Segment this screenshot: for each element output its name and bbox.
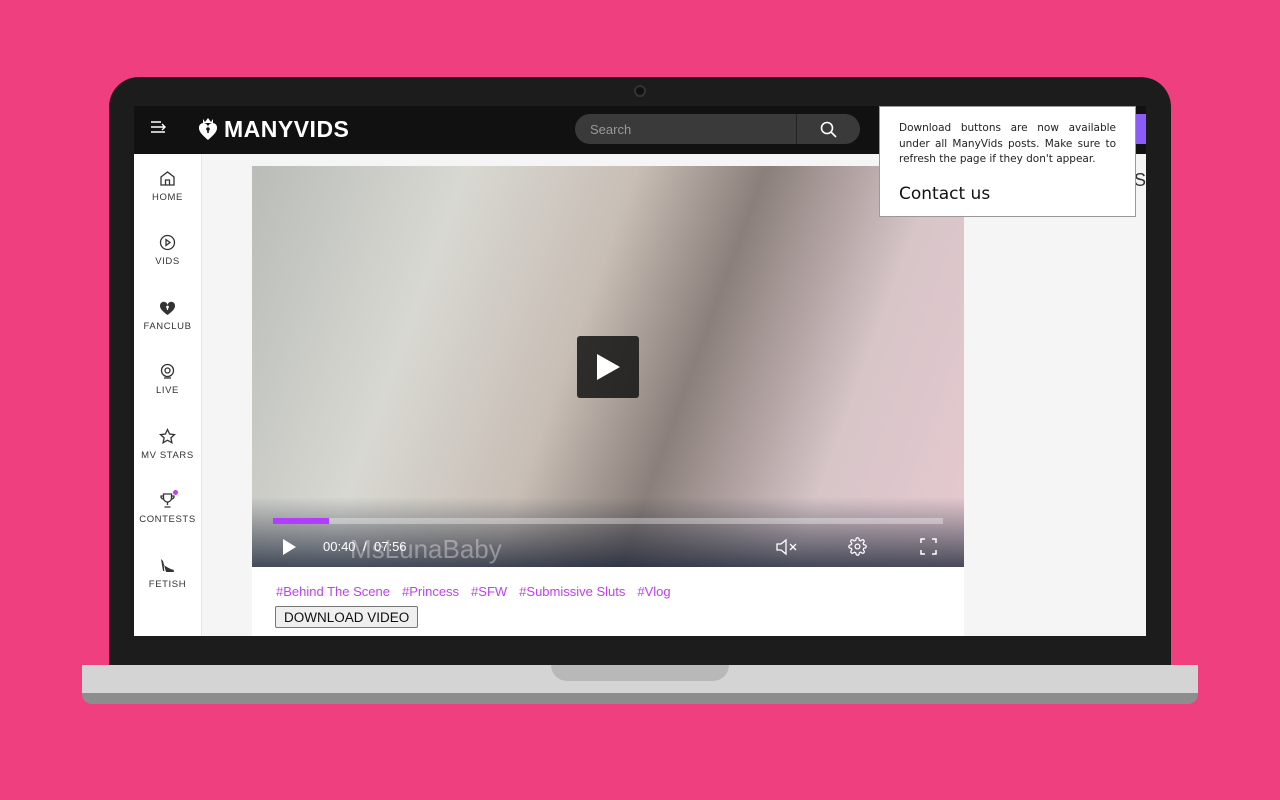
video-card: MsLunaBaby 00:40 / 07:56 #Behind The Sce…: [252, 166, 964, 636]
sidebar-item-mv-stars[interactable]: MV STARS: [134, 412, 201, 477]
progress-bar[interactable]: [273, 518, 943, 524]
player-controls: 00:40 / 07:56: [252, 536, 964, 558]
star-icon: [159, 427, 176, 444]
sidebar-item-contests[interactable]: CONTESTS: [134, 477, 201, 542]
heart-lock-logo-icon: [198, 118, 218, 140]
tag-list: #Behind The Scene #Princess #SFW #Submis…: [276, 584, 671, 599]
video-player[interactable]: MsLunaBaby 00:40 / 07:56: [252, 166, 964, 567]
logo[interactable]: MANYVIDS: [198, 114, 349, 144]
tag-link[interactable]: #Behind The Scene: [276, 584, 390, 599]
tag-link[interactable]: #Vlog: [637, 584, 670, 599]
sidebar-label: FETISH: [148, 578, 187, 590]
time-separator: /: [363, 539, 367, 554]
tag-link[interactable]: #SFW: [471, 584, 507, 599]
settings-gear-icon[interactable]: [848, 537, 867, 556]
home-icon: [160, 170, 175, 186]
sidebar-label: FANCLUB: [143, 320, 192, 332]
webcam-icon: [160, 364, 175, 379]
notification-dot: [173, 489, 178, 495]
contact-us-link[interactable]: Contact us: [899, 184, 1116, 204]
heart-lock-icon: [159, 301, 176, 315]
webcam: [634, 85, 646, 97]
sidebar-item-vids[interactable]: VIDS: [134, 219, 201, 284]
trophy-icon: [160, 493, 175, 508]
sidebar-label: MV STARS: [141, 449, 194, 461]
download-video-button[interactable]: DOWNLOAD VIDEO: [275, 606, 419, 628]
logo-text: MANYVIDS: [224, 115, 350, 142]
sidebar-item-home[interactable]: HOME: [134, 154, 201, 219]
laptop-base-edge: [82, 693, 1198, 704]
sidebar-label: LIVE: [156, 385, 179, 397]
search-input[interactable]: [575, 114, 797, 144]
high-heel-icon: [161, 558, 174, 572]
sidebar: HOME VIDS FANCLUB LIVE MV STARS CONTESTS…: [134, 154, 202, 636]
menu-toggle-icon[interactable]: [150, 120, 168, 139]
sidebar-item-fetish[interactable]: FETISH: [134, 541, 201, 606]
sidebar-label: CONTESTS: [139, 514, 196, 526]
sidebar-label: VIDS: [155, 256, 180, 268]
search-icon: [820, 121, 837, 138]
extension-popup: Download buttons are now available under…: [879, 106, 1136, 217]
muted-icon[interactable]: [776, 538, 798, 556]
current-time: 00:40: [323, 539, 356, 554]
tag-link[interactable]: #Submissive Sluts: [519, 584, 625, 599]
fullscreen-icon[interactable]: [920, 538, 937, 555]
search-button[interactable]: [797, 114, 860, 144]
play-icon: [597, 354, 620, 380]
tag-link[interactable]: #Princess: [402, 584, 459, 599]
big-play-button[interactable]: [577, 336, 639, 398]
laptop-notch: [551, 665, 729, 681]
popup-message: Download buttons are now available under…: [899, 122, 1116, 165]
duration: 07:56: [374, 539, 407, 554]
play-icon[interactable]: [282, 539, 296, 555]
play-circle-icon: [159, 235, 176, 251]
sidebar-item-live[interactable]: LIVE: [134, 348, 201, 413]
sidebar-item-fanclub[interactable]: FANCLUB: [134, 283, 201, 348]
progress-fill: [273, 518, 330, 524]
search-bar: [575, 114, 860, 144]
sidebar-label: HOME: [152, 191, 183, 203]
